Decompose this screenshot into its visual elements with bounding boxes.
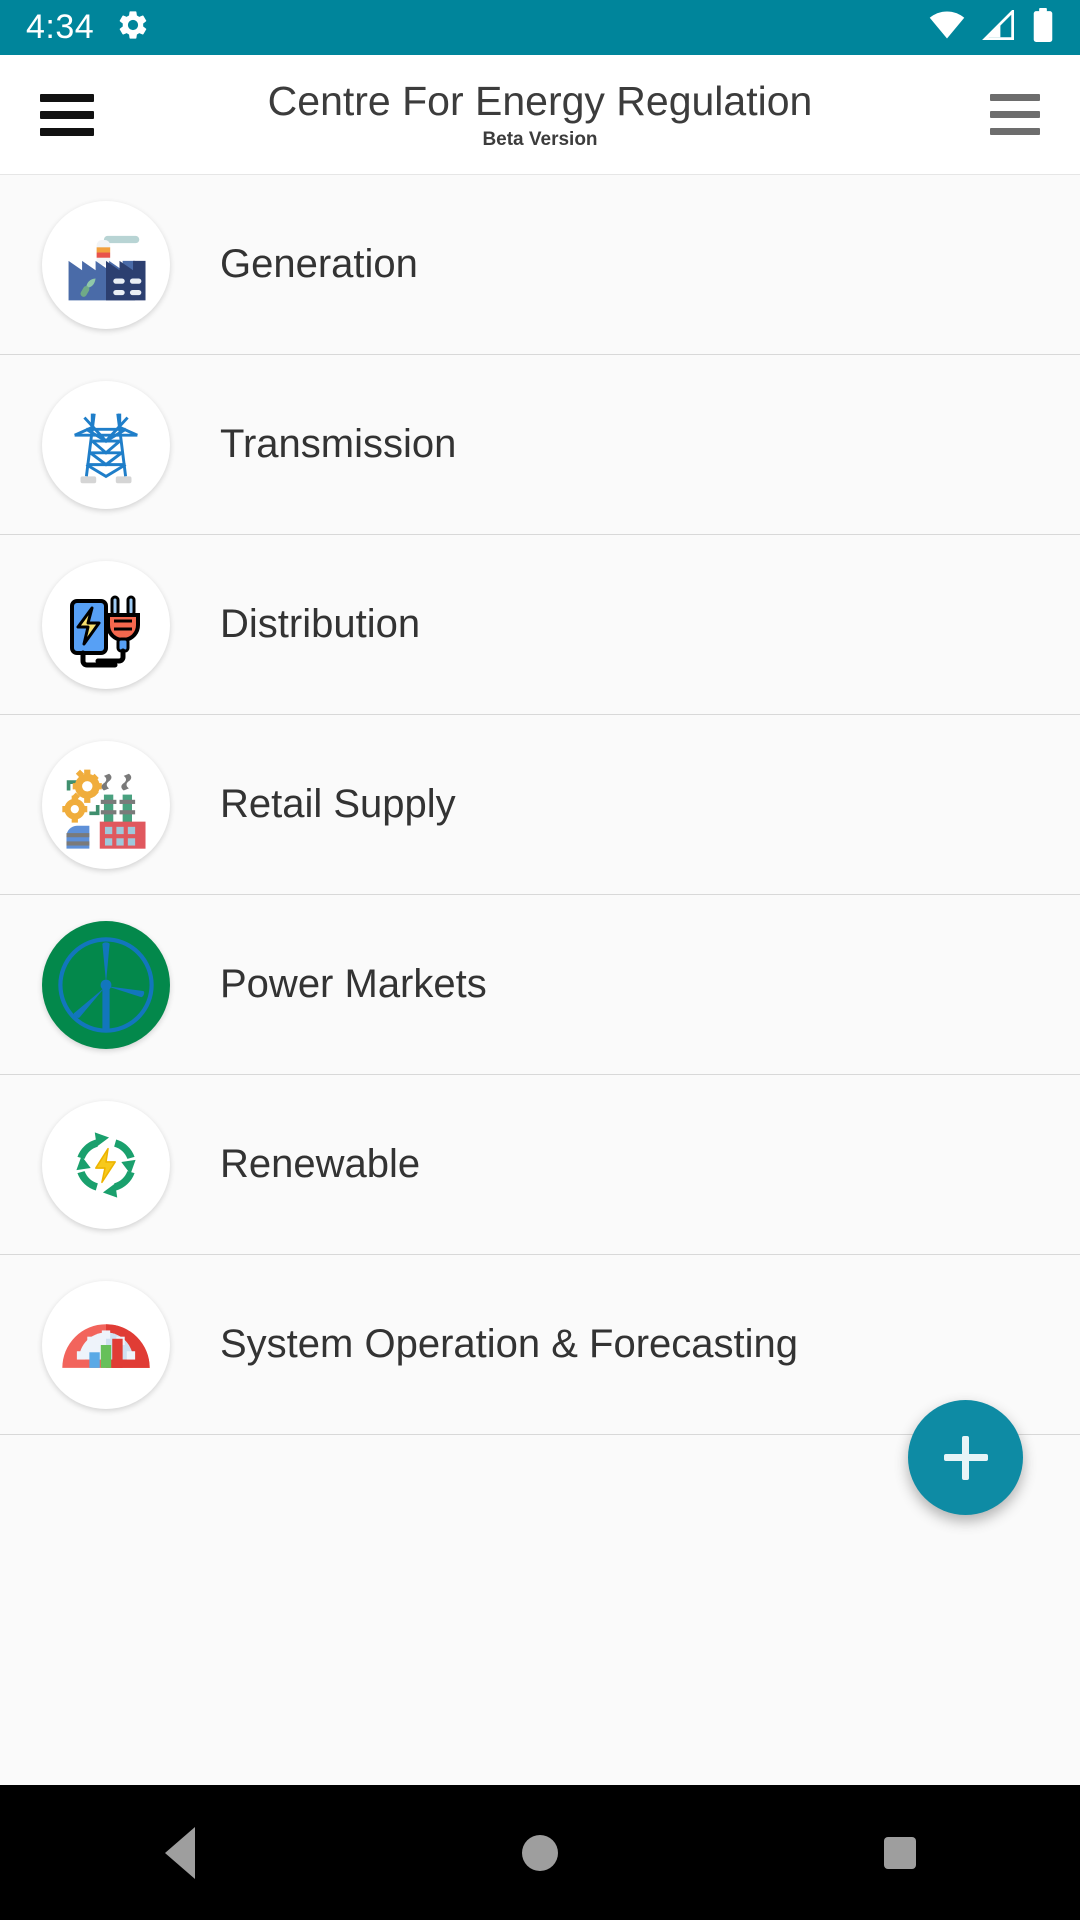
list-item[interactable]: Power Markets — [0, 895, 1080, 1075]
cellular-signal-icon — [982, 8, 1016, 45]
list-item[interactable]: Distribution — [0, 535, 1080, 715]
list-item-label: Renewable — [220, 1142, 421, 1186]
home-button[interactable] — [480, 1785, 600, 1920]
overflow-menu-icon[interactable] — [990, 94, 1040, 135]
hamburger-bar — [990, 111, 1040, 118]
plus-icon — [943, 1454, 988, 1461]
list-item[interactable]: Retail Supply — [0, 715, 1080, 895]
status-bar-left: 4:34 — [26, 8, 150, 47]
list-item-label: Retail Supply — [220, 782, 456, 826]
add-fab-button[interactable] — [908, 1400, 1023, 1515]
status-bar: 4:34 — [0, 0, 1080, 55]
wifi-icon — [928, 10, 966, 45]
status-time: 4:34 — [26, 8, 95, 46]
hamburger-bar — [990, 128, 1040, 135]
list-item-label: System Operation & Forecasting — [220, 1322, 799, 1366]
list-item-label: Transmission — [220, 422, 457, 466]
factory-icon — [42, 200, 170, 329]
hamburger-bar — [40, 127, 94, 136]
category-list[interactable]: Generation Transmission Distribution Ret… — [0, 175, 1080, 1785]
list-item-label: Distribution — [220, 602, 421, 646]
list-item[interactable]: System Operation & Forecasting — [0, 1255, 1080, 1435]
gear-icon — [116, 8, 150, 47]
battery-icon — [1032, 8, 1054, 47]
app-bar: Centre For Energy Regulation Beta Versio… — [0, 55, 1080, 175]
recents-square-icon — [884, 1836, 916, 1869]
hamburger-bar — [40, 93, 94, 102]
list-item[interactable]: Generation — [0, 175, 1080, 355]
list-item-label: Power Markets — [220, 962, 487, 1006]
recents-button[interactable] — [840, 1785, 960, 1920]
list-item-label: Generation — [220, 242, 418, 286]
hamburger-bar — [40, 110, 94, 119]
plug-battery-icon — [42, 560, 170, 689]
hamburger-menu-icon[interactable] — [40, 93, 94, 136]
list-item[interactable]: Renewable — [0, 1075, 1080, 1255]
list-item[interactable]: Transmission — [0, 355, 1080, 535]
gauge-chart-icon — [42, 1280, 170, 1409]
back-button[interactable] — [120, 1785, 240, 1920]
back-triangle-icon — [165, 1826, 195, 1879]
status-bar-right — [928, 8, 1054, 47]
recycle-energy-icon — [42, 1100, 170, 1229]
hamburger-bar — [990, 94, 1040, 101]
home-circle-icon — [522, 1834, 558, 1871]
page-subtitle: Beta Version — [482, 129, 598, 151]
industry-gears-icon — [42, 740, 170, 869]
wind-turbine-icon — [42, 920, 170, 1049]
app-bar-titles: Centre For Energy Regulation Beta Versio… — [0, 55, 1080, 174]
power-pylon-icon — [42, 380, 170, 509]
android-nav-bar — [0, 1785, 1080, 1920]
page-title: Centre For Energy Regulation — [267, 77, 813, 124]
